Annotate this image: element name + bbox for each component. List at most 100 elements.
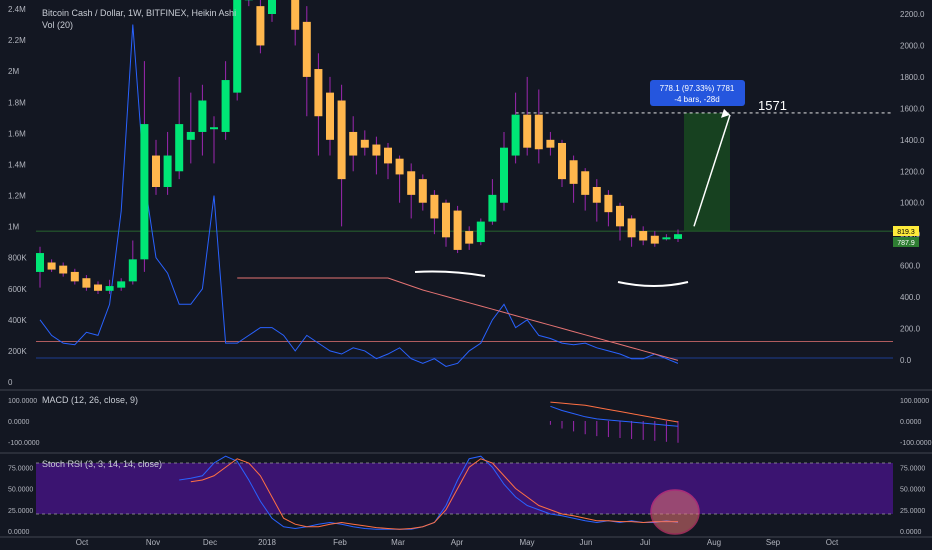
macd-axis-tick-right: -100.0000 (900, 440, 932, 447)
candle-body (337, 100, 346, 180)
candle-body (569, 160, 578, 184)
candle-body (558, 142, 566, 180)
price-tag-2: 787.9 (897, 240, 915, 247)
price-axis-tick: 0.0 (900, 356, 912, 365)
price-tag-1: 819.3 (897, 229, 915, 236)
volume-axis-tick: 2.2M (8, 36, 26, 45)
target-label: 1571 (758, 98, 787, 113)
projection-box (684, 112, 730, 232)
price-axis-tick: 400.0 (900, 293, 921, 302)
stoch-axis-tick-left: 25.0000 (8, 508, 33, 515)
candle-body (105, 286, 114, 291)
candle-body (395, 158, 404, 175)
measure-box-line2: -4 bars, -28d (674, 95, 719, 104)
volume-axis-tick: 2.4M (8, 5, 26, 14)
candle-body (500, 147, 508, 203)
candle-body (592, 187, 601, 203)
x-axis-label: May (519, 538, 534, 547)
x-axis-label: Sep (766, 538, 781, 547)
candle-body (59, 265, 68, 274)
candle-body (82, 278, 91, 288)
candle-body (326, 92, 334, 140)
candle-body (256, 6, 265, 46)
candle-body (534, 114, 543, 150)
volume-label: Vol (20) (42, 20, 74, 30)
candle-body (210, 127, 218, 130)
price-axis-tick: 1400.0 (900, 136, 925, 145)
price-axis-tick: 2200.0 (900, 10, 925, 19)
candle-body (639, 231, 648, 241)
x-axis-label: Feb (333, 538, 347, 547)
candle-body (268, 0, 276, 14)
candle-body (94, 284, 102, 291)
stoch-axis-tick-left: 0.0000 (8, 529, 30, 536)
stoch-band (36, 463, 893, 514)
x-axis-label: 2018 (258, 538, 276, 547)
candle-body (418, 179, 427, 203)
volume-axis-tick: 800K (8, 254, 27, 263)
candle-body (662, 237, 671, 240)
x-axis-label: Jul (640, 538, 650, 547)
candle-body (70, 271, 79, 282)
x-axis-label: Nov (146, 538, 160, 547)
candle-body (465, 231, 474, 244)
candle-body (372, 144, 381, 156)
x-axis-label: Jun (580, 538, 593, 547)
macd-axis-tick-right: 0.0000 (900, 419, 922, 426)
candle-body (36, 253, 44, 272)
candle-body (360, 139, 369, 148)
candle-body (442, 202, 450, 238)
candle-body (384, 147, 392, 164)
candle-body (627, 218, 636, 238)
candle-body (453, 210, 462, 250)
price-axis-tick: 1000.0 (900, 199, 925, 208)
price-axis-tick: 2000.0 (900, 41, 925, 50)
macd-axis-tick-left: 100.0000 (8, 398, 37, 405)
candle-body (152, 155, 160, 187)
candle-body (221, 80, 230, 132)
measure-box-line1: 778.1 (97.33%) 7781 (660, 84, 735, 93)
candle-body (314, 69, 323, 117)
volume-axis-tick: 1M (8, 223, 19, 232)
volume-axis-tick: 0 (8, 378, 13, 387)
candle-body (650, 235, 659, 244)
x-axis-label: Dec (203, 538, 217, 547)
volume-axis-tick: 1.2M (8, 192, 26, 201)
price-axis-tick: 1800.0 (900, 73, 925, 82)
volume-axis-tick: 600K (8, 285, 27, 294)
stoch-axis-tick-left: 75.0000 (8, 465, 33, 472)
stoch-axis-tick-right: 25.0000 (900, 508, 925, 515)
main-title: Bitcoin Cash / Dollar, 1W, BITFINEX, Hei… (42, 8, 237, 18)
macd-axis-tick-right: 100.0000 (900, 398, 929, 405)
candle-body (523, 114, 532, 148)
volume-axis-tick: 1.6M (8, 129, 26, 138)
x-axis-label: Apr (451, 538, 464, 547)
candle-body (349, 131, 358, 156)
candle-body (175, 124, 184, 172)
candle-body (47, 262, 56, 270)
candle-body (140, 124, 149, 260)
macd-label: MACD (12, 26, close, 9) (42, 395, 139, 405)
candle-body (128, 259, 137, 282)
stoch-axis-tick-left: 50.0000 (8, 487, 33, 494)
candle-body (476, 221, 485, 243)
price-axis-tick: 200.0 (900, 325, 921, 334)
candle-body (291, 0, 300, 30)
x-axis-label: Aug (707, 538, 721, 547)
stoch-label: Stoch RSI (3, 3, 14, 14, close) (42, 459, 163, 469)
x-axis-label: Oct (76, 538, 89, 547)
candle-body (186, 131, 195, 140)
volume-axis-tick: 1.8M (8, 98, 26, 107)
x-axis-label: Oct (826, 538, 839, 547)
volume-axis-tick: 400K (8, 316, 27, 325)
candle-body (198, 100, 207, 132)
candle-body (407, 171, 416, 195)
volume-axis-tick: 2M (8, 67, 19, 76)
candle-body (546, 139, 555, 148)
candle-body (163, 155, 172, 187)
candle-body (488, 194, 497, 222)
chart-root: 2200.0 2000.0 1800.0 1600.0 1400.0 1200.0 1000… (0, 0, 932, 550)
macd-axis-tick-left: 0.0000 (8, 419, 30, 426)
candle-body (674, 234, 682, 239)
candle-body (511, 114, 520, 156)
